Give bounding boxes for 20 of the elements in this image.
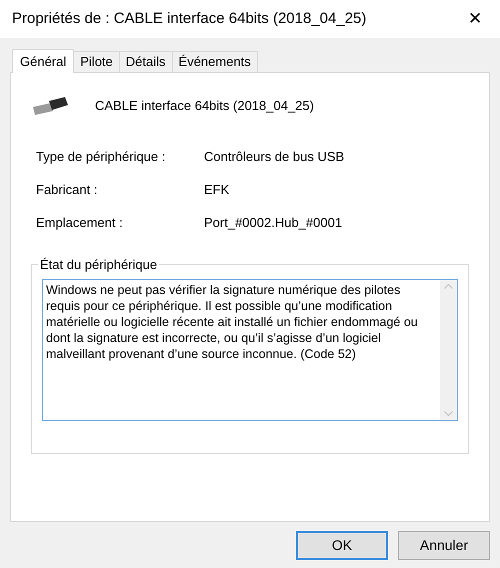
scroll-down-icon[interactable] [444, 411, 453, 416]
scroll-up-icon[interactable] [444, 284, 453, 289]
property-value: Contrôleurs de bus USB [204, 148, 344, 166]
close-button[interactable]: ✕ [460, 4, 490, 34]
device-name: CABLE interface 64bits (2018_04_25) [95, 97, 314, 116]
property-label: Type de périphérique : [36, 148, 166, 166]
property-value: EFK [204, 180, 230, 199]
group-title: État du périphérique [38, 255, 160, 274]
tab[interactable]: Général [12, 49, 74, 73]
status-text-area[interactable] [42, 279, 458, 421]
property-label: Fabricant : [36, 180, 98, 199]
window-title: Propriétés de : CABLE interface 64bits (2018_04_25) [12, 8, 366, 29]
status-message: Windows ne peut pas vérifier la signature numérique des pilotes requis pour ce périphérique. Il est possible qu’une modification matérielle ou logicielle récente ait installé un fichier endommagé ou dont la signature est incorrecte, ou qu’il s’agisse d’un logiciel malveillant provenant d’une source inconnue. (Code 52) [46, 283, 418, 361]
property-value: Port_#0002.Hub_#0001 [204, 214, 342, 232]
scrollbar[interactable] [440, 280, 457, 420]
dialog-button[interactable]: OK [296, 531, 388, 560]
usb-plug-icon [31, 95, 69, 117]
tab[interactable]: Événements [172, 51, 258, 72]
property-label: Emplacement : [36, 214, 124, 232]
dialog-button[interactable]: Annuler [398, 531, 490, 560]
